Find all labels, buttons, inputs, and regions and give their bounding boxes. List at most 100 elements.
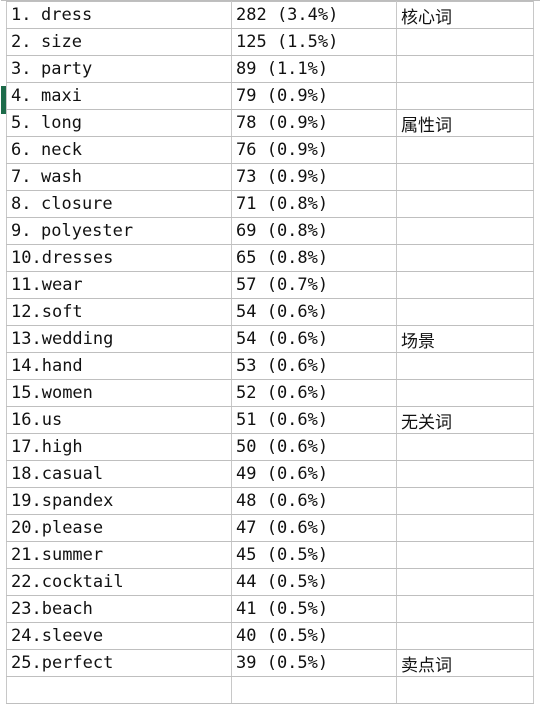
- cell-category-tag[interactable]: [396, 487, 534, 515]
- cell-count[interactable]: 282 (3.4%): [231, 1, 397, 29]
- cell-category-tag[interactable]: [396, 190, 534, 218]
- cell-category-tag[interactable]: [396, 433, 534, 461]
- table-row[interactable]: 14.hand 53 (0.6%): [6, 352, 534, 380]
- table-row[interactable]: 23.beach 41 (0.5%): [6, 595, 534, 623]
- cell-count[interactable]: [231, 676, 397, 704]
- cell-term[interactable]: 16.us: [6, 406, 232, 434]
- cell-term[interactable]: 10.dresses: [6, 244, 232, 272]
- cell-category-tag[interactable]: [396, 271, 534, 299]
- cell-term[interactable]: 17.high: [6, 433, 232, 461]
- cell-term[interactable]: 4. maxi: [6, 82, 232, 110]
- cell-count[interactable]: 47 (0.6%): [231, 514, 397, 542]
- table-row[interactable]: 6. neck 76 (0.9%): [6, 136, 534, 164]
- cell-term[interactable]: 21.summer: [6, 541, 232, 569]
- cell-term[interactable]: 19.spandex: [6, 487, 232, 515]
- cell-count[interactable]: 89 (1.1%): [231, 55, 397, 83]
- cell-count[interactable]: 52 (0.6%): [231, 379, 397, 407]
- cell-category-tag[interactable]: [396, 595, 534, 623]
- table-row[interactable]: 18.casual 49 (0.6%): [6, 460, 534, 488]
- cell-count[interactable]: 76 (0.9%): [231, 136, 397, 164]
- table-row[interactable]: 12.soft 54 (0.6%): [6, 298, 534, 326]
- table-row[interactable]: 19.spandex 48 (0.6%): [6, 487, 534, 515]
- cell-count[interactable]: 44 (0.5%): [231, 568, 397, 596]
- cell-category-tag[interactable]: [396, 676, 534, 704]
- cell-count[interactable]: 53 (0.6%): [231, 352, 397, 380]
- table-row[interactable]: 21.summer 45 (0.5%): [6, 541, 534, 569]
- cell-term[interactable]: 3. party: [6, 55, 232, 83]
- table-row[interactable]: [6, 676, 534, 704]
- table-row[interactable]: 10.dresses 65 (0.8%): [6, 244, 534, 272]
- cell-category-tag[interactable]: [396, 55, 534, 83]
- cell-category-tag[interactable]: 场景: [396, 325, 534, 353]
- cell-count[interactable]: 50 (0.6%): [231, 433, 397, 461]
- cell-count[interactable]: 125 (1.5%): [231, 28, 397, 56]
- table-row[interactable]: 8. closure 71 (0.8%): [6, 190, 534, 218]
- cell-category-tag[interactable]: [396, 379, 534, 407]
- cell-category-tag[interactable]: 卖点词: [396, 649, 534, 677]
- cell-count[interactable]: 65 (0.8%): [231, 244, 397, 272]
- cell-count[interactable]: 54 (0.6%): [231, 325, 397, 353]
- table-row[interactable]: 5. long 78 (0.9%) 属性词: [6, 109, 534, 137]
- table-row[interactable]: 17.high 50 (0.6%): [6, 433, 534, 461]
- cell-category-tag[interactable]: [396, 622, 534, 650]
- cell-count[interactable]: 79 (0.9%): [231, 82, 397, 110]
- cell-count[interactable]: 54 (0.6%): [231, 298, 397, 326]
- cell-term[interactable]: 24.sleeve: [6, 622, 232, 650]
- cell-term[interactable]: 5. long: [6, 109, 232, 137]
- table-row[interactable]: 2. size 125 (1.5%): [6, 28, 534, 56]
- cell-count[interactable]: 69 (0.8%): [231, 217, 397, 245]
- table-row[interactable]: 3. party 89 (1.1%): [6, 55, 534, 83]
- cell-category-tag[interactable]: [396, 136, 534, 164]
- cell-count[interactable]: 49 (0.6%): [231, 460, 397, 488]
- cell-category-tag[interactable]: 属性词: [396, 109, 534, 137]
- cell-count[interactable]: 78 (0.9%): [231, 109, 397, 137]
- cell-term[interactable]: 7. wash: [6, 163, 232, 191]
- cell-term[interactable]: 14.hand: [6, 352, 232, 380]
- cell-count[interactable]: 57 (0.7%): [231, 271, 397, 299]
- cell-term[interactable]: 15.women: [6, 379, 232, 407]
- cell-count[interactable]: 45 (0.5%): [231, 541, 397, 569]
- table-row[interactable]: 4. maxi 79 (0.9%): [6, 82, 534, 110]
- cell-term[interactable]: 13.wedding: [6, 325, 232, 353]
- table-row[interactable]: 1. dress 282 (3.4%) 核心词: [6, 1, 534, 29]
- cell-term[interactable]: 1. dress: [6, 1, 232, 29]
- cell-category-tag[interactable]: [396, 514, 534, 542]
- cell-category-tag[interactable]: [396, 541, 534, 569]
- cell-term[interactable]: 23.beach: [6, 595, 232, 623]
- cell-term[interactable]: 11.wear: [6, 271, 232, 299]
- cell-category-tag[interactable]: [396, 244, 534, 272]
- cell-category-tag[interactable]: 核心词: [396, 1, 534, 29]
- cell-term[interactable]: 22.cocktail: [6, 568, 232, 596]
- table-row[interactable]: 20.please 47 (0.6%): [6, 514, 534, 542]
- cell-count[interactable]: 41 (0.5%): [231, 595, 397, 623]
- cell-term[interactable]: 8. closure: [6, 190, 232, 218]
- cell-term[interactable]: 12.soft: [6, 298, 232, 326]
- table-row[interactable]: 15.women 52 (0.6%): [6, 379, 534, 407]
- table-row[interactable]: 25.perfect 39 (0.5%) 卖点词: [6, 649, 534, 677]
- cell-term[interactable]: 6. neck: [6, 136, 232, 164]
- cell-count[interactable]: 71 (0.8%): [231, 190, 397, 218]
- cell-category-tag[interactable]: [396, 352, 534, 380]
- cell-term[interactable]: 18.casual: [6, 460, 232, 488]
- cell-category-tag[interactable]: [396, 28, 534, 56]
- cell-term[interactable]: [6, 676, 232, 704]
- cell-category-tag[interactable]: [396, 82, 534, 110]
- cell-term[interactable]: 25.perfect: [6, 649, 232, 677]
- table-row[interactable]: 24.sleeve 40 (0.5%): [6, 622, 534, 650]
- cell-term[interactable]: 9. polyester: [6, 217, 232, 245]
- cell-category-tag[interactable]: [396, 298, 534, 326]
- cell-count[interactable]: 48 (0.6%): [231, 487, 397, 515]
- cell-category-tag[interactable]: [396, 217, 534, 245]
- table-row[interactable]: 9. polyester 69 (0.8%): [6, 217, 534, 245]
- cell-category-tag[interactable]: [396, 460, 534, 488]
- table-row[interactable]: 7. wash 73 (0.9%): [6, 163, 534, 191]
- cell-category-tag[interactable]: [396, 568, 534, 596]
- table-row[interactable]: 13.wedding 54 (0.6%) 场景: [6, 325, 534, 353]
- cell-category-tag[interactable]: [396, 163, 534, 191]
- cell-count[interactable]: 73 (0.9%): [231, 163, 397, 191]
- table-row[interactable]: 22.cocktail 44 (0.5%): [6, 568, 534, 596]
- cell-category-tag[interactable]: 无关词: [396, 406, 534, 434]
- cell-count[interactable]: 39 (0.5%): [231, 649, 397, 677]
- cell-count[interactable]: 51 (0.6%): [231, 406, 397, 434]
- table-row[interactable]: 16.us 51 (0.6%) 无关词: [6, 406, 534, 434]
